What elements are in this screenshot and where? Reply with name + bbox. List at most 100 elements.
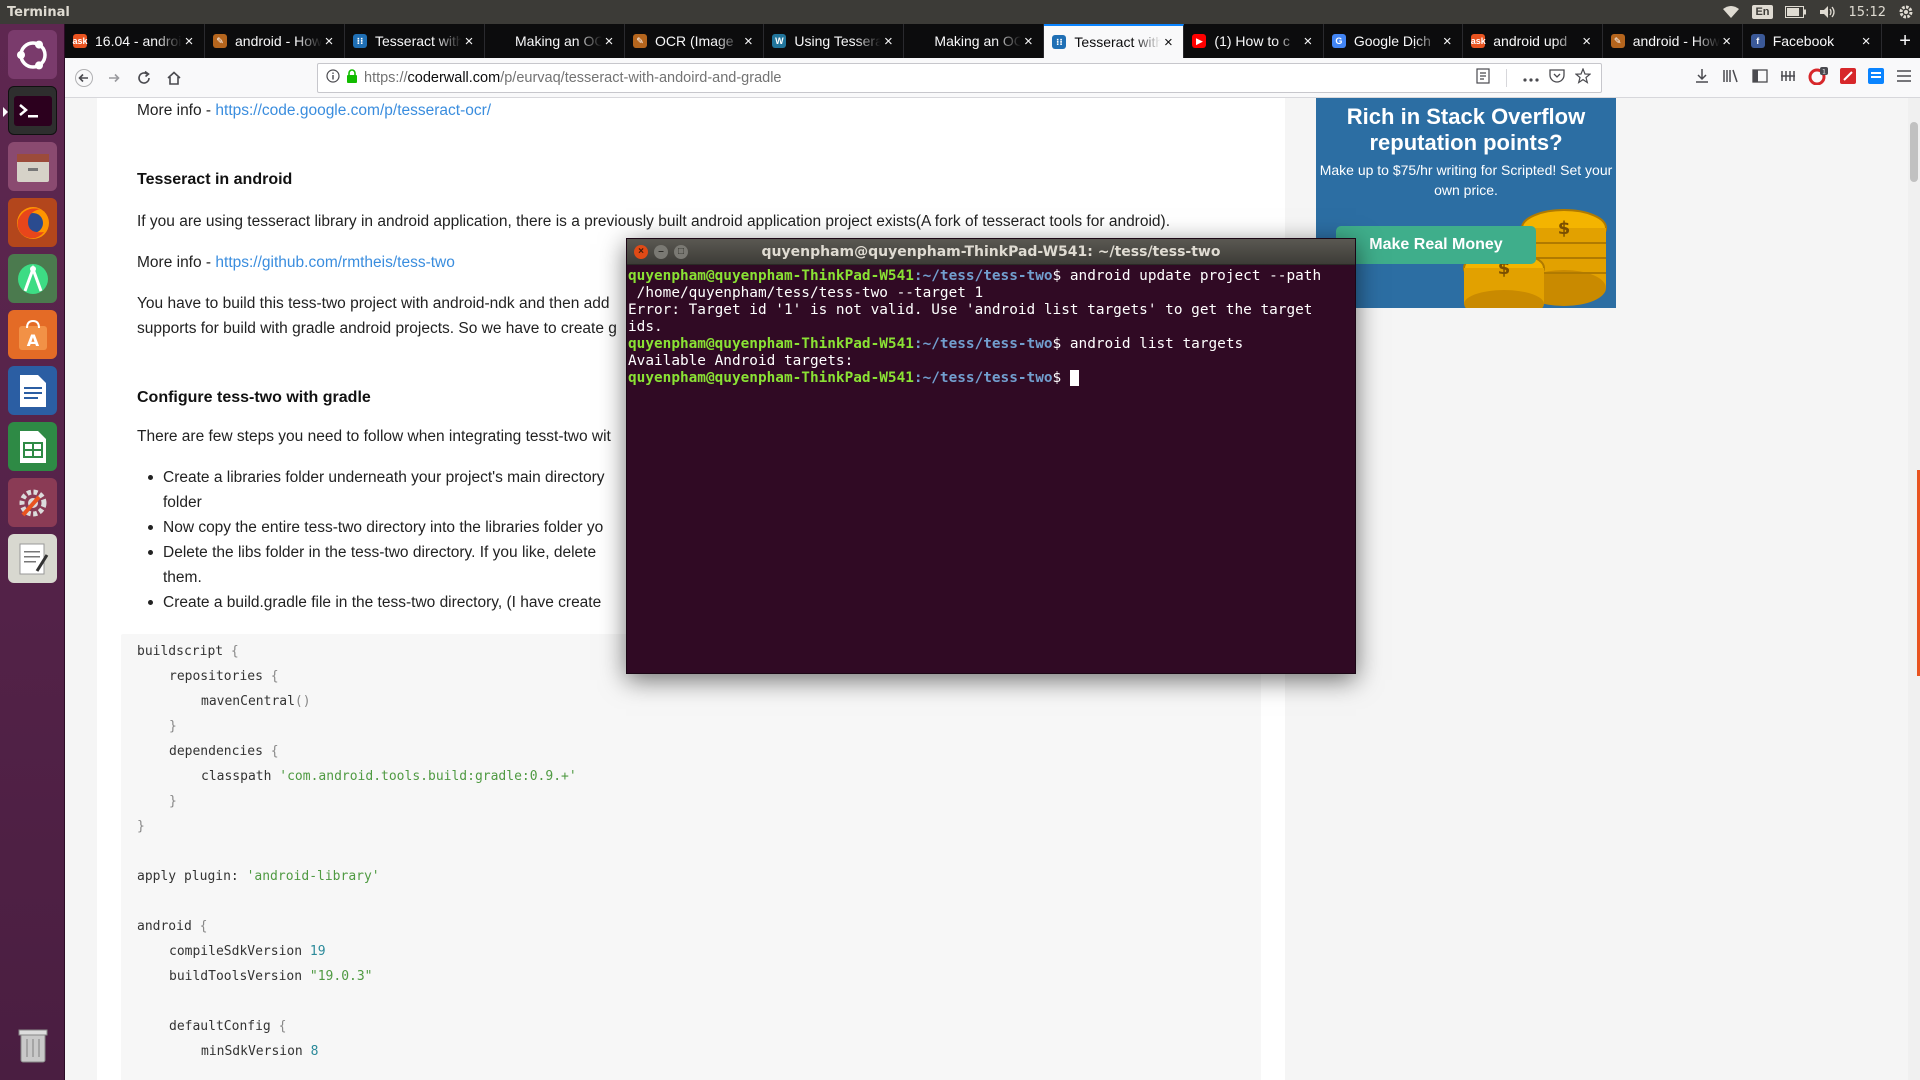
tab-close-icon[interactable]: × — [1580, 33, 1594, 50]
reload-icon — [138, 70, 150, 84]
browser-tab[interactable]: ask android upd × — [1463, 24, 1603, 58]
more-info-label-2: More info - — [137, 254, 216, 271]
tab-close-icon[interactable]: × — [1440, 33, 1454, 50]
terminal-line: Error: Target id '1' is not valid. Use '… — [628, 302, 1354, 319]
tab-favicon-icon: ask — [72, 34, 88, 48]
navigation-toolbar: https://coderwall.com/p/eurvaq/tesseract… — [65, 58, 1920, 98]
browser-tab[interactable]: ✎ android - How × — [1603, 24, 1743, 58]
code-line: buildscript { — [137, 644, 239, 659]
battery-icon[interactable] — [1784, 0, 1807, 24]
keyboard-layout-indicator[interactable]: En — [1752, 0, 1773, 24]
make-real-money-button[interactable]: Make Real Money — [1336, 226, 1536, 264]
terminal-launcher-icon[interactable] — [3, 86, 57, 135]
window-maximize-button[interactable]: □ — [674, 244, 688, 259]
extension-bars-icon[interactable] — [1780, 68, 1796, 89]
tab-close-icon[interactable]: × — [322, 33, 336, 50]
library-icon[interactable] — [1722, 68, 1740, 89]
advertisement[interactable]: $ $ Rich in Stack Overflow reputation po… — [1316, 98, 1616, 308]
extension-opera-icon[interactable]: 1 — [1808, 66, 1828, 90]
tab-close-icon[interactable]: × — [602, 33, 616, 50]
code-line: compileSdkVersion 19 — [169, 944, 326, 959]
text-editor-icon[interactable] — [8, 534, 57, 583]
android-studio-icon[interactable] — [8, 254, 57, 303]
browser-tab[interactable]: ⁝⁝ Tesseract with × — [1044, 24, 1185, 58]
libreoffice-writer-icon[interactable] — [8, 366, 57, 415]
tab-close-icon[interactable]: × — [1301, 33, 1315, 50]
volume-icon[interactable] — [1819, 0, 1837, 24]
ubuntu-dash-icon[interactable] — [8, 30, 57, 79]
url-bar[interactable]: https://coderwall.com/p/eurvaq/tesseract… — [317, 63, 1602, 93]
scrollbar-thumb[interactable] — [1910, 122, 1918, 182]
new-tab-button[interactable]: + — [1890, 24, 1920, 58]
firefox-icon[interactable] — [8, 198, 57, 247]
terminal-window[interactable]: × – □ quyenpham@quyenpham-ThinkPad-W541:… — [626, 238, 1356, 674]
terminal-line: quyenpham@quyenpham-ThinkPad-W541:~/tess… — [628, 336, 1354, 353]
error-text-cont: ids. — [628, 319, 663, 335]
forward-button[interactable] — [99, 63, 129, 93]
tab-close-icon[interactable]: × — [1021, 33, 1035, 50]
browser-tab[interactable]: ▶ (1) How to c × — [1184, 24, 1324, 58]
tab-favicon-icon: ✎ — [213, 34, 227, 48]
bookmark-star-icon[interactable] — [1574, 66, 1592, 89]
tab-close-icon[interactable]: × — [1720, 33, 1734, 50]
tab-favicon-icon: ask — [1470, 34, 1486, 48]
url-divider — [1506, 69, 1507, 87]
files-icon[interactable] — [8, 142, 57, 191]
info-icon[interactable] — [326, 68, 340, 88]
page-actions-icon[interactable] — [1523, 69, 1539, 87]
reader-view-icon[interactable] — [1476, 67, 1490, 89]
tab-label: android - How — [1632, 33, 1720, 49]
home-button[interactable] — [159, 63, 189, 93]
clock[interactable]: 15:12 — [1849, 0, 1886, 24]
browser-tab[interactable]: f Facebook × — [1743, 24, 1883, 58]
downloads-icon[interactable] — [1694, 68, 1710, 89]
trash-icon[interactable] — [8, 1020, 57, 1069]
extension-blue-icon[interactable] — [1868, 67, 1884, 89]
code-string: 'com.android.tools.build:gradle:0.9.+' — [279, 769, 577, 784]
terminal-output[interactable]: quyenpham@quyenpham-ThinkPad-W541:~/tess… — [627, 266, 1355, 673]
secure-lock-icon[interactable] — [346, 68, 358, 88]
tab-favicon-icon: ⁝⁝ — [353, 34, 367, 48]
browser-tab[interactable]: ✎ android - How × — [205, 24, 345, 58]
tab-close-icon[interactable]: × — [1859, 33, 1873, 50]
pocket-icon[interactable] — [1549, 68, 1565, 88]
browser-tab[interactable]: ⁝⁝ Tesseract with × — [345, 24, 485, 58]
browser-tab[interactable]: G Google Dịch × — [1324, 24, 1464, 58]
terminal-titlebar[interactable]: × – □ — [627, 239, 1355, 265]
browser-tab[interactable]: ✎ OCR (Image × — [625, 24, 765, 58]
minimize-icon: – — [658, 246, 664, 257]
browser-tab[interactable]: Making an OCR× — [485, 24, 625, 58]
sidebar-icon[interactable] — [1752, 68, 1768, 88]
back-button[interactable] — [69, 63, 99, 93]
window-close-button[interactable]: × — [634, 244, 648, 259]
browser-tab[interactable]: Making an OCR× — [904, 24, 1045, 58]
settings-gear-icon[interactable] — [1898, 0, 1914, 24]
wifi-icon[interactable] — [1722, 0, 1740, 24]
libreoffice-calc-icon[interactable] — [8, 422, 57, 471]
url-text[interactable]: https://coderwall.com/p/eurvaq/tesseract… — [364, 70, 1476, 86]
tab-close-icon[interactable]: × — [462, 33, 476, 50]
tab-close-icon[interactable]: × — [741, 33, 755, 50]
home-icon — [167, 70, 181, 85]
tab-close-icon[interactable]: × — [881, 33, 895, 50]
code-token: compileSdkVersion — [169, 944, 303, 959]
command-text: $ android update project --path — [1052, 268, 1322, 284]
software-center-icon[interactable]: A — [8, 310, 57, 359]
window-minimize-button[interactable]: – — [654, 244, 668, 259]
code-token: dependencies — [169, 744, 263, 759]
code-token: classpath — [201, 769, 272, 784]
extension-pdf-icon[interactable] — [1840, 67, 1856, 89]
tab-label: android - How — [235, 33, 322, 49]
browser-tab[interactable]: W Using Tesseract× — [764, 24, 905, 58]
tesseract-ocr-link[interactable]: https://code.google.com/p/tesseract-ocr/ — [215, 102, 491, 119]
code-line: buildToolsVersion "19.0.3" — [169, 969, 373, 984]
browser-tab[interactable]: ask 16.04 - android × — [65, 24, 205, 58]
reload-button[interactable] — [129, 63, 159, 93]
prompt-user-host: quyenpham@quyenpham-ThinkPad-W541 — [628, 370, 914, 386]
tab-close-icon[interactable]: × — [182, 33, 196, 50]
tab-close-icon[interactable]: × — [1161, 34, 1175, 51]
code-token: android — [137, 919, 192, 934]
system-settings-icon[interactable] — [8, 478, 57, 527]
tess-two-link[interactable]: https://github.com/rmtheis/tess-two — [215, 254, 454, 271]
menu-hamburger-icon[interactable] — [1896, 69, 1912, 88]
